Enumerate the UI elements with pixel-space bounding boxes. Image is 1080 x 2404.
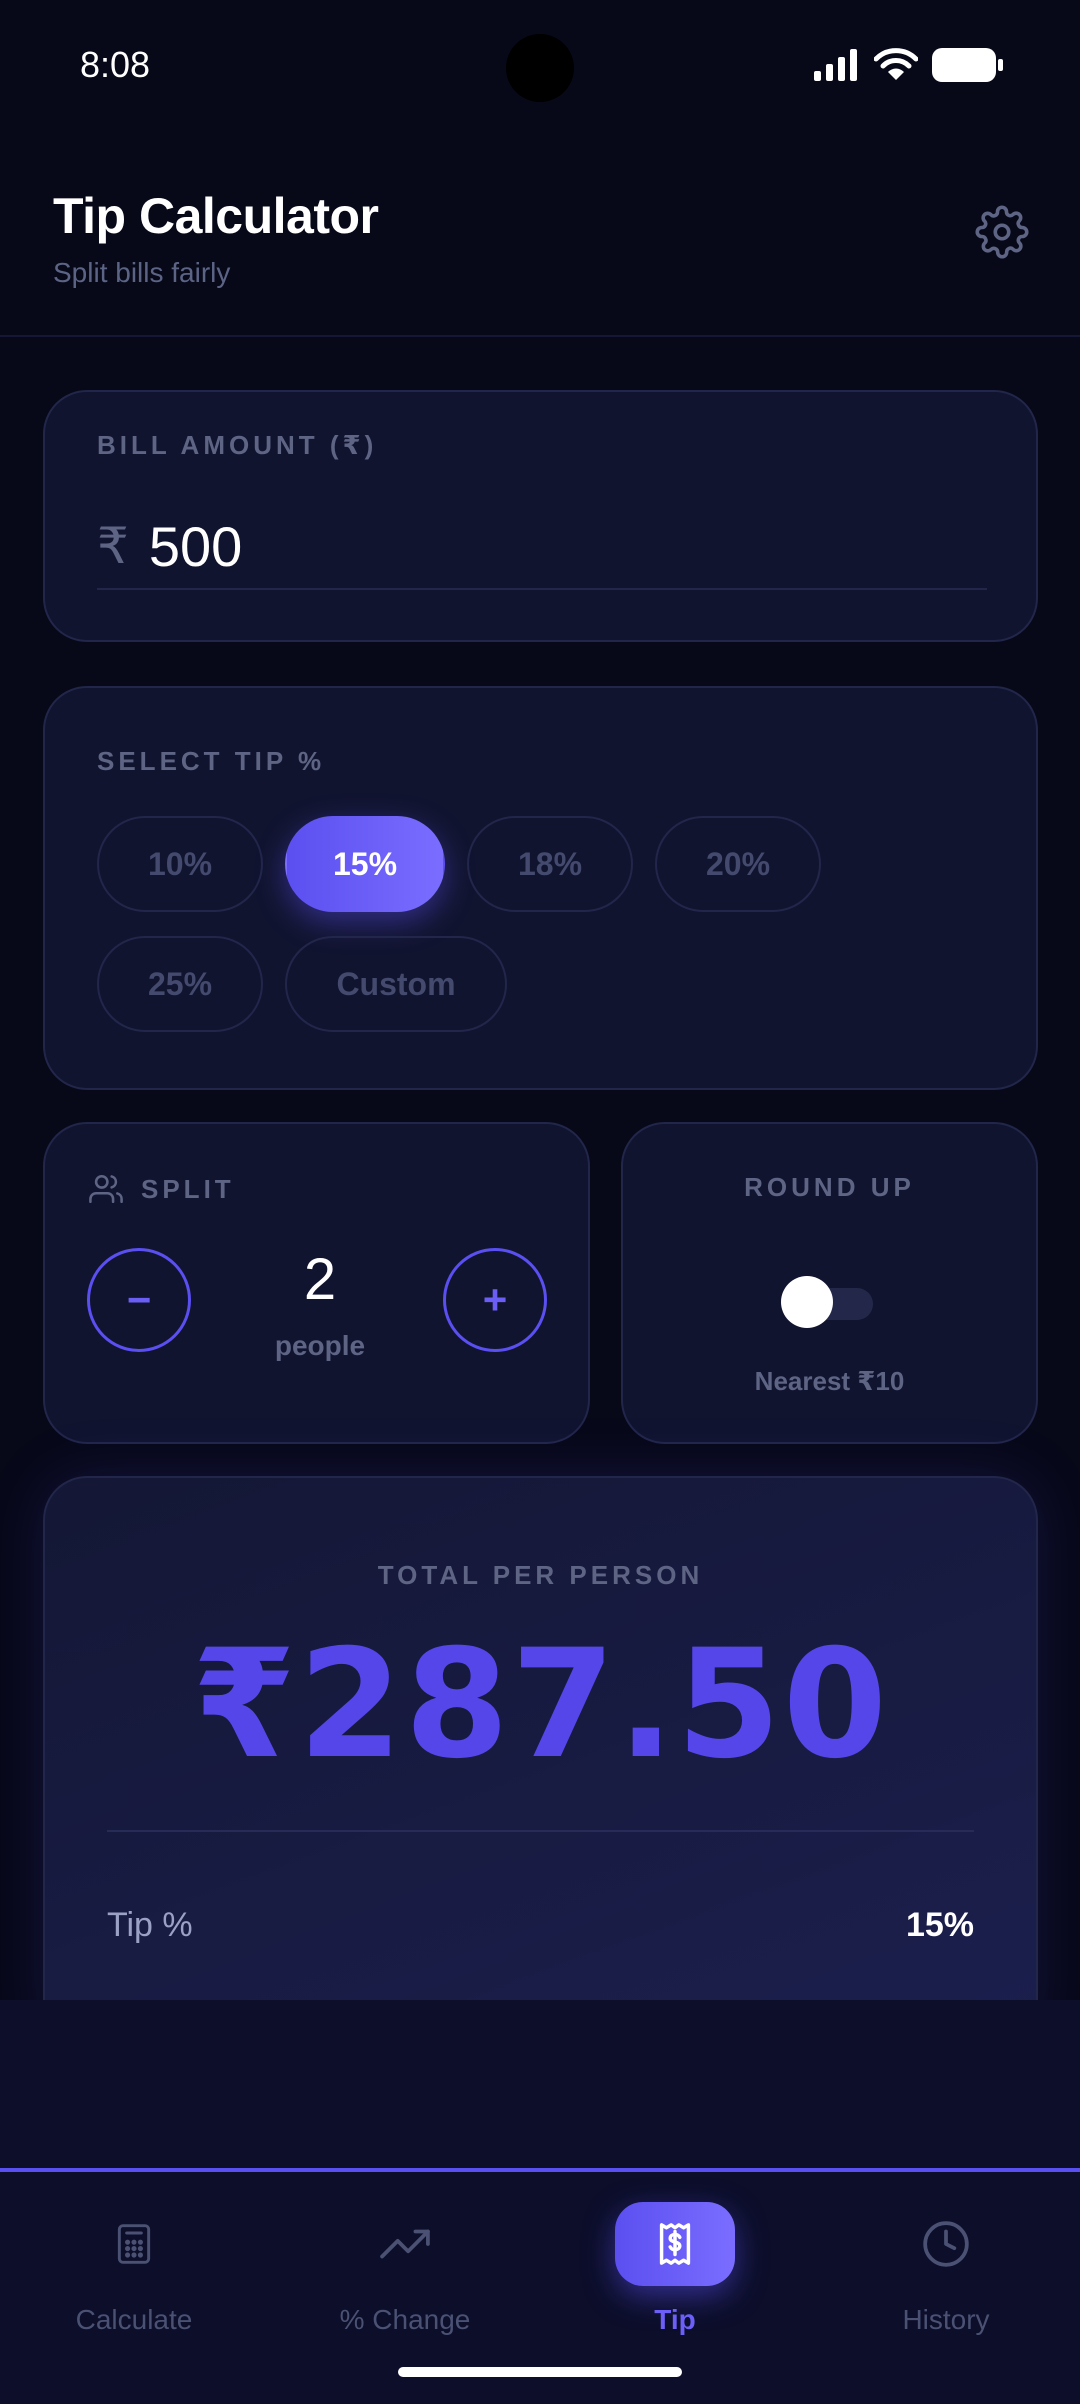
nav-label-history: History: [902, 2304, 990, 2335]
signal-icon: [814, 49, 857, 81]
tip-select-card: SELECT TIP % 10% 15% 18% 20% 25% Custom: [43, 686, 1038, 1090]
tip-option-15[interactable]: 15%: [285, 816, 445, 912]
clock-icon: [923, 2221, 969, 2267]
tip-option-18[interactable]: 18%: [467, 816, 633, 912]
page-subtitle: Split bills fairly: [53, 257, 231, 288]
rupee-prefix: ₹: [97, 518, 129, 574]
tip-option-20[interactable]: 20%: [655, 816, 821, 912]
status-time: 8:08: [80, 44, 151, 85]
tip-percent-value: 15%: [905, 1906, 974, 1944]
battery-icon: [932, 48, 1003, 82]
nav-item-tip[interactable]: Tip: [565, 2202, 785, 2352]
people-unit: people: [274, 1330, 366, 1361]
home-indicator[interactable]: [398, 2367, 682, 2377]
bottom-panel: [0, 2000, 1080, 2172]
wifi-icon: [874, 48, 918, 80]
split-header: SPLIT: [89, 1172, 235, 1206]
calculator-icon: [117, 2224, 151, 2264]
page-title: Tip Calculator: [53, 188, 379, 244]
split-label: SPLIT: [141, 1173, 235, 1204]
result-card: TOTAL PER PERSON ₹287.50 Tip % 15%: [43, 1476, 1038, 2036]
app-header: Tip Calculator Split bills fairly: [0, 135, 1080, 337]
receipt-icon: [659, 2223, 691, 2265]
toggle-knob: [781, 1276, 833, 1328]
round-up-note: Nearest ₹10: [754, 1366, 905, 1396]
result-divider: [107, 1830, 974, 1832]
settings-button[interactable]: [970, 200, 1034, 264]
camera-cutout: [506, 34, 574, 102]
bill-amount-input[interactable]: ₹ 500: [97, 504, 987, 590]
increase-people-button[interactable]: +: [443, 1248, 547, 1352]
total-per-person-label: TOTAL PER PERSON: [377, 1560, 704, 1590]
nav-item-calculate[interactable]: Calculate: [24, 2202, 244, 2352]
nav-item-history[interactable]: History: [836, 2202, 1056, 2352]
people-count: 2: [303, 1247, 337, 1312]
round-up-toggle[interactable]: [779, 1274, 883, 1330]
nav-item-percent-change[interactable]: % Change: [295, 2202, 515, 2352]
round-up-card: ROUND UP Nearest ₹10: [621, 1122, 1038, 1444]
bill-amount-value: 500: [148, 514, 243, 578]
tip-option-custom[interactable]: Custom: [285, 936, 507, 1032]
total-per-person-value: ₹287.50: [191, 1618, 890, 1792]
nav-label-percent-change: % Change: [339, 2304, 471, 2335]
bill-amount-label: BILL AMOUNT (₹): [97, 430, 378, 460]
bill-amount-card: BILL AMOUNT (₹) ₹ 500: [43, 390, 1038, 642]
status-icons: [814, 48, 1004, 82]
round-up-label: ROUND UP: [744, 1172, 915, 1202]
split-card: SPLIT − 2 people +: [43, 1122, 590, 1444]
trending-up-icon: [380, 2229, 430, 2259]
tip-select-label: SELECT TIP %: [97, 746, 326, 776]
decrease-people-button[interactable]: −: [87, 1248, 191, 1352]
nav-label-tip: Tip: [654, 2304, 696, 2335]
nav-label-calculate: Calculate: [75, 2304, 193, 2335]
users-icon: [89, 1174, 123, 1204]
tip-option-25[interactable]: 25%: [97, 936, 263, 1032]
gear-icon: [975, 205, 1029, 259]
tip-percent-label: Tip %: [107, 1906, 193, 1944]
tip-option-10[interactable]: 10%: [97, 816, 263, 912]
status-bar: 8:08: [0, 0, 1080, 135]
